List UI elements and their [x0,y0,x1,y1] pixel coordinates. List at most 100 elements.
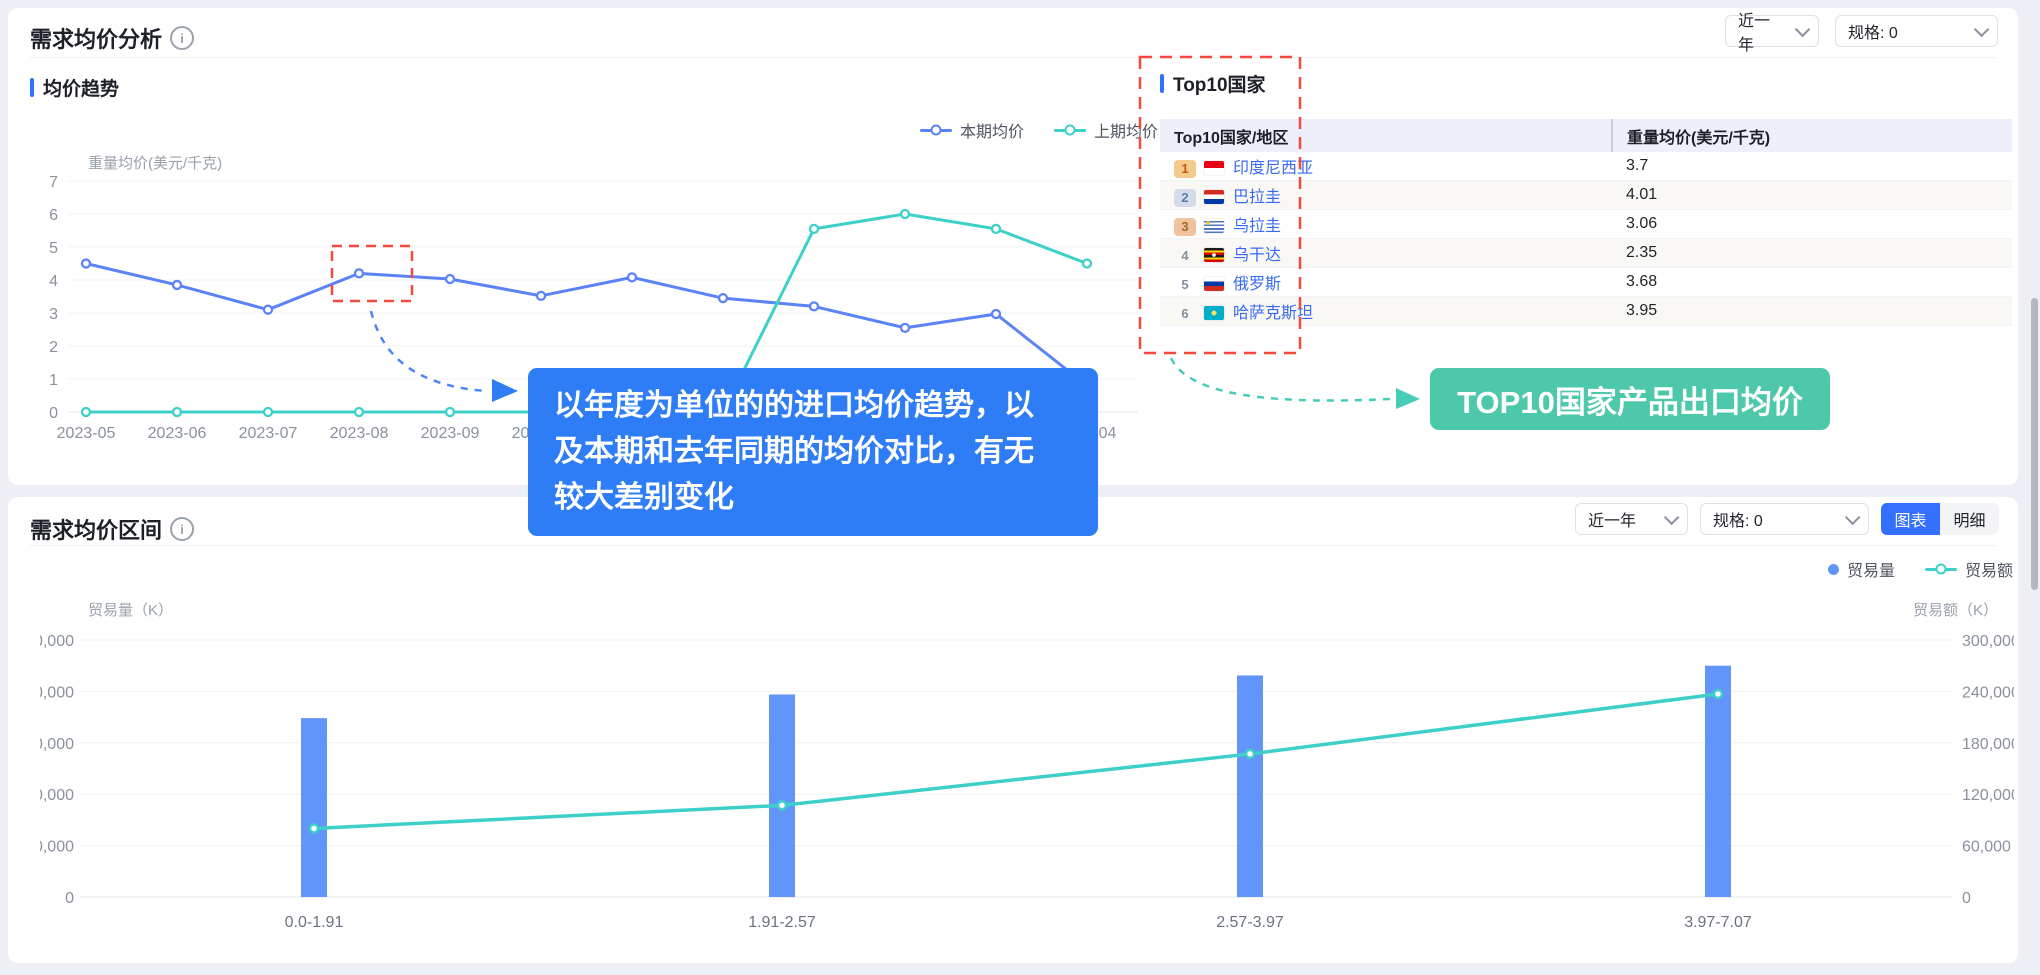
rank-badge: 2 [1174,189,1196,207]
svg-text:2023-07: 2023-07 [239,425,298,442]
legend-label: 本期均价 [960,118,1024,142]
flag-kazakhstan-icon [1204,306,1224,320]
svg-text:2.57-3.97: 2.57-3.97 [1216,914,1284,931]
avg-price-value: 3.06 [1612,210,2012,239]
svg-text:0: 0 [1962,890,1971,907]
header-divider [30,545,1996,546]
legend-item-上期均价[interactable]: 上期均价 [1054,118,1158,142]
chart1-legend: 本期均价 上期均价 [920,118,1158,142]
section2-title-text: 需求均价区间 [30,513,162,545]
svg-text:5: 5 [49,240,58,257]
period-select-1[interactable]: 近一年 [1725,15,1819,47]
legend-item-贸易额[interactable]: 贸易额 [1925,557,2013,581]
table-row: 2巴拉圭4.01 [1160,181,2012,210]
svg-text:30,000: 30,000 [40,736,74,753]
price-range-bar-line-chart[interactable]: 50,000300,00040,000240,00030,000180,0002… [40,630,2014,945]
svg-text:2023-06: 2023-06 [148,425,207,442]
svg-text:0: 0 [49,405,58,422]
flag-paraguay-icon [1204,190,1224,204]
spec-select-1[interactable]: 规格: 0 [1835,15,1998,47]
period-select-2[interactable]: 近一年 [1575,503,1688,535]
flag-uganda-icon [1204,248,1224,262]
header-divider [30,57,1996,58]
top10-title: Top10国家 [1160,70,1266,97]
svg-text:2023-05: 2023-05 [57,425,116,442]
svg-text:2023-08: 2023-08 [330,425,389,442]
green-annotation-label: TOP10国家产品出口均价 [1430,368,1830,430]
info-icon[interactable]: i [170,517,194,541]
section1-title: 需求均价分析 i [30,22,194,54]
svg-text:2023-09: 2023-09 [421,425,480,442]
spec-select-1-value: 规格: 0 [1848,19,1898,43]
subtitle-avg-price-trend: 均价趋势 [30,74,119,101]
svg-text:4: 4 [49,273,58,290]
section1-title-text: 需求均价分析 [30,22,162,54]
svg-text:6: 6 [49,207,58,224]
blue-annotation-note: 以年度为单位的的进口均价趋势，以 及本期和去年同期的均价对比，有无 较大差别变化 [528,368,1098,536]
rank-badge: 1 [1174,160,1196,178]
chart2-legend: 贸易量 贸易额 [1828,557,2013,581]
legend-label: 贸易量 [1847,557,1895,581]
table-row: 5俄罗斯3.68 [1160,268,2012,297]
info-icon[interactable]: i [170,26,194,50]
chevron-down-icon [1664,509,1680,525]
flag-indonesia-icon [1204,161,1224,175]
section2-title: 需求均价区间 i [30,513,194,545]
legend-item-贸易量[interactable]: 贸易量 [1828,557,1895,581]
tab-chart-view[interactable]: 图表 [1881,503,1940,535]
accent-bar [30,78,34,97]
chevron-down-icon [1974,21,1990,37]
svg-text:20,000: 20,000 [40,787,74,804]
legend-marker-icon [1828,564,1839,575]
legend-marker-icon [920,129,952,132]
svg-text:7: 7 [49,174,58,191]
avg-price-value: 3.7 [1612,152,2012,181]
period-select-1-value: 近一年 [1738,7,1785,55]
rank-badge: 3 [1174,218,1196,236]
svg-text:40,000: 40,000 [40,684,74,701]
svg-text:1: 1 [49,372,58,389]
svg-text:300,000: 300,000 [1962,633,2014,650]
chart2-left-axis-label: 贸易量（K） [88,599,173,620]
svg-text:1.91-2.57: 1.91-2.57 [748,914,816,931]
spec-select-2-value: 规格: 0 [1713,507,1763,531]
svg-text:0.0-1.91: 0.0-1.91 [285,914,344,931]
chart1-y-axis-label: 重量均价(美元/千克) [88,152,222,173]
svg-text:0: 0 [65,890,74,907]
svg-text:3.97-7.07: 3.97-7.07 [1684,914,1752,931]
rank-badge: 4 [1174,247,1196,265]
period-select-2-value: 近一年 [1588,507,1636,531]
chevron-down-icon [1795,21,1810,36]
flag-uruguay-icon [1204,219,1224,233]
avg-price-value: 3.95 [1612,297,2012,326]
country-link[interactable]: 乌拉圭 [1233,218,1281,235]
chart2-right-axis-label: 贸易额（K） [1913,599,1998,620]
rank-badge: 6 [1174,305,1196,323]
table-row: 3 乌拉圭 3.06 [1160,210,2012,239]
trade-analytics-dashboard: 需求均价分析 i 近一年 规格: 0 均价趋势 本期均价 上期均价 重量均价(美元… [0,0,2040,975]
accent-bar [1160,74,1164,93]
avg-price-value: 2.35 [1612,239,2012,268]
legend-marker-icon [1054,129,1086,132]
spec-select-2[interactable]: 规格: 0 [1700,503,1869,535]
country-link[interactable]: 哈萨克斯坦 [1233,305,1313,322]
country-link[interactable]: 印度尼西亚 [1233,160,1313,177]
svg-text:60,000: 60,000 [1962,839,2011,856]
country-link[interactable]: 乌干达 [1233,247,1281,264]
svg-text:50,000: 50,000 [40,633,74,650]
vertical-scrollbar[interactable] [2031,298,2038,590]
svg-text:3: 3 [49,306,58,323]
country-link[interactable]: 俄罗斯 [1233,276,1281,293]
country-link[interactable]: 巴拉圭 [1233,189,1281,206]
demand-avg-price-range-card: 需求均价区间 i 近一年 规格: 0 图表 明细 贸易量 贸易额 贸易量（K） 贸… [8,497,2018,963]
top10-title-text: Top10国家 [1173,70,1266,97]
tab-detail-view[interactable]: 明细 [1940,503,1999,535]
table-header-row: Top10国家/地区 重量均价(美元/千克) [1160,119,2012,152]
table-row: 1 印度尼西亚 3.7 [1160,152,2012,181]
legend-item-本期均价[interactable]: 本期均价 [920,118,1024,142]
flag-russia-icon [1204,277,1224,291]
view-toggle: 图表 明细 [1881,503,1999,535]
legend-label: 贸易额 [1965,557,2013,581]
column-header-avg-price: 重量均价(美元/千克) [1612,119,2012,152]
svg-text:180,000: 180,000 [1962,736,2014,753]
